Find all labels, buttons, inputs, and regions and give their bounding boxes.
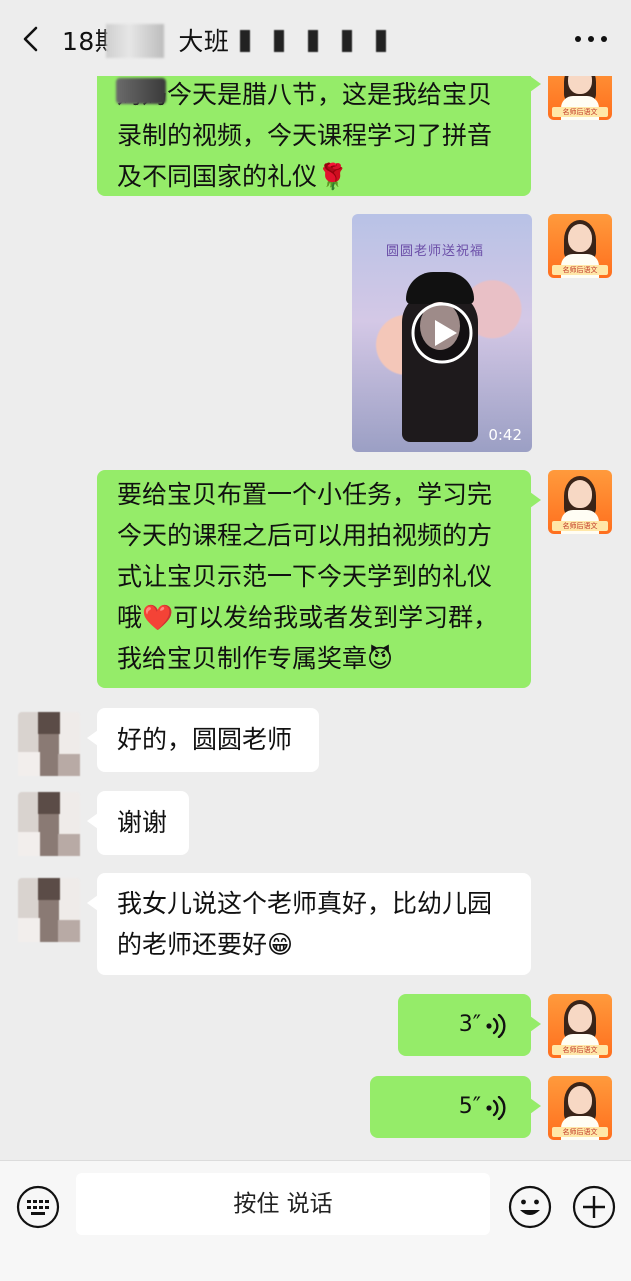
avatar-teacher[interactable]: 名师后语文 [548,994,612,1058]
voice-wave-icon [486,1096,506,1120]
sender-avatar-thumb-blur [116,78,166,104]
input-bar: 按住 说话 [0,1160,631,1281]
avatar-parent[interactable] [18,878,80,942]
avatar-teacher[interactable]: 名师后语文 [548,214,612,278]
message-text: 谢谢 [117,808,168,837]
voice-message[interactable]: 5″ [370,1076,541,1138]
voice-message[interactable]: 3″ [398,994,541,1056]
avatar-tag: 名师后语文 [552,1127,608,1137]
message-text: 妈妈今天是腊八节，这是我给宝贝录制的视频，今天课程学习了拼音及不同国家的礼仪🌹 [117,80,493,191]
avatar-tag: 名师后语文 [552,107,608,117]
avatar-parent[interactable] [18,792,80,856]
video-message[interactable]: 圆圆老师送祝福 0:42 [352,214,532,452]
message-text: 我女儿说这个老师真好，比幼儿园的老师还要好😁 [117,889,493,959]
chevron-left-icon[interactable] [18,24,46,54]
message-text: 要给宝贝布置一个小任务，学习完今天的课程之后可以用拍视频的方式让宝贝示范一下今天… [117,480,499,673]
message-bubble-received[interactable]: 谢谢 [87,791,189,855]
chat-header: 18期 大班 [0,0,631,76]
message-bubble-received[interactable]: 好的，圆圆老师 [87,708,319,772]
hold-to-talk-button[interactable]: 按住 说话 [76,1173,490,1235]
avatar-tag: 名师后语文 [552,1045,608,1055]
plus-icon[interactable] [572,1185,616,1229]
voice-wave-icon [486,1014,506,1038]
emoji-icon[interactable] [508,1185,552,1229]
voice-duration: 5″ [458,1094,481,1119]
voice-duration: 3″ [458,1012,481,1037]
avatar-tag: 名师后语文 [552,265,608,275]
message-text: 好的，圆圆老师 [117,725,293,754]
chat-title-suffix: 大班 [178,27,230,56]
play-icon[interactable] [410,301,474,365]
title-redaction-bars [240,30,400,52]
avatar-parent[interactable] [18,712,80,776]
more-dots-icon[interactable] [573,34,609,44]
avatar-tag: 名师后语文 [552,521,608,531]
video-duration: 0:42 [488,426,522,444]
keyboard-icon[interactable] [16,1185,60,1229]
avatar-teacher[interactable]: 名师后语文 [548,1076,612,1140]
message-bubble-received[interactable]: 我女儿说这个老师真好，比幼儿园的老师还要好😁 [87,873,531,975]
title-redaction [106,24,164,58]
avatar-teacher[interactable]: 名师后语文 [548,470,612,534]
message-bubble-sent[interactable]: 要给宝贝布置一个小任务，学习完今天的课程之后可以用拍视频的方式让宝贝示范一下今天… [97,470,541,688]
video-caption: 圆圆老师送祝福 [386,244,485,259]
